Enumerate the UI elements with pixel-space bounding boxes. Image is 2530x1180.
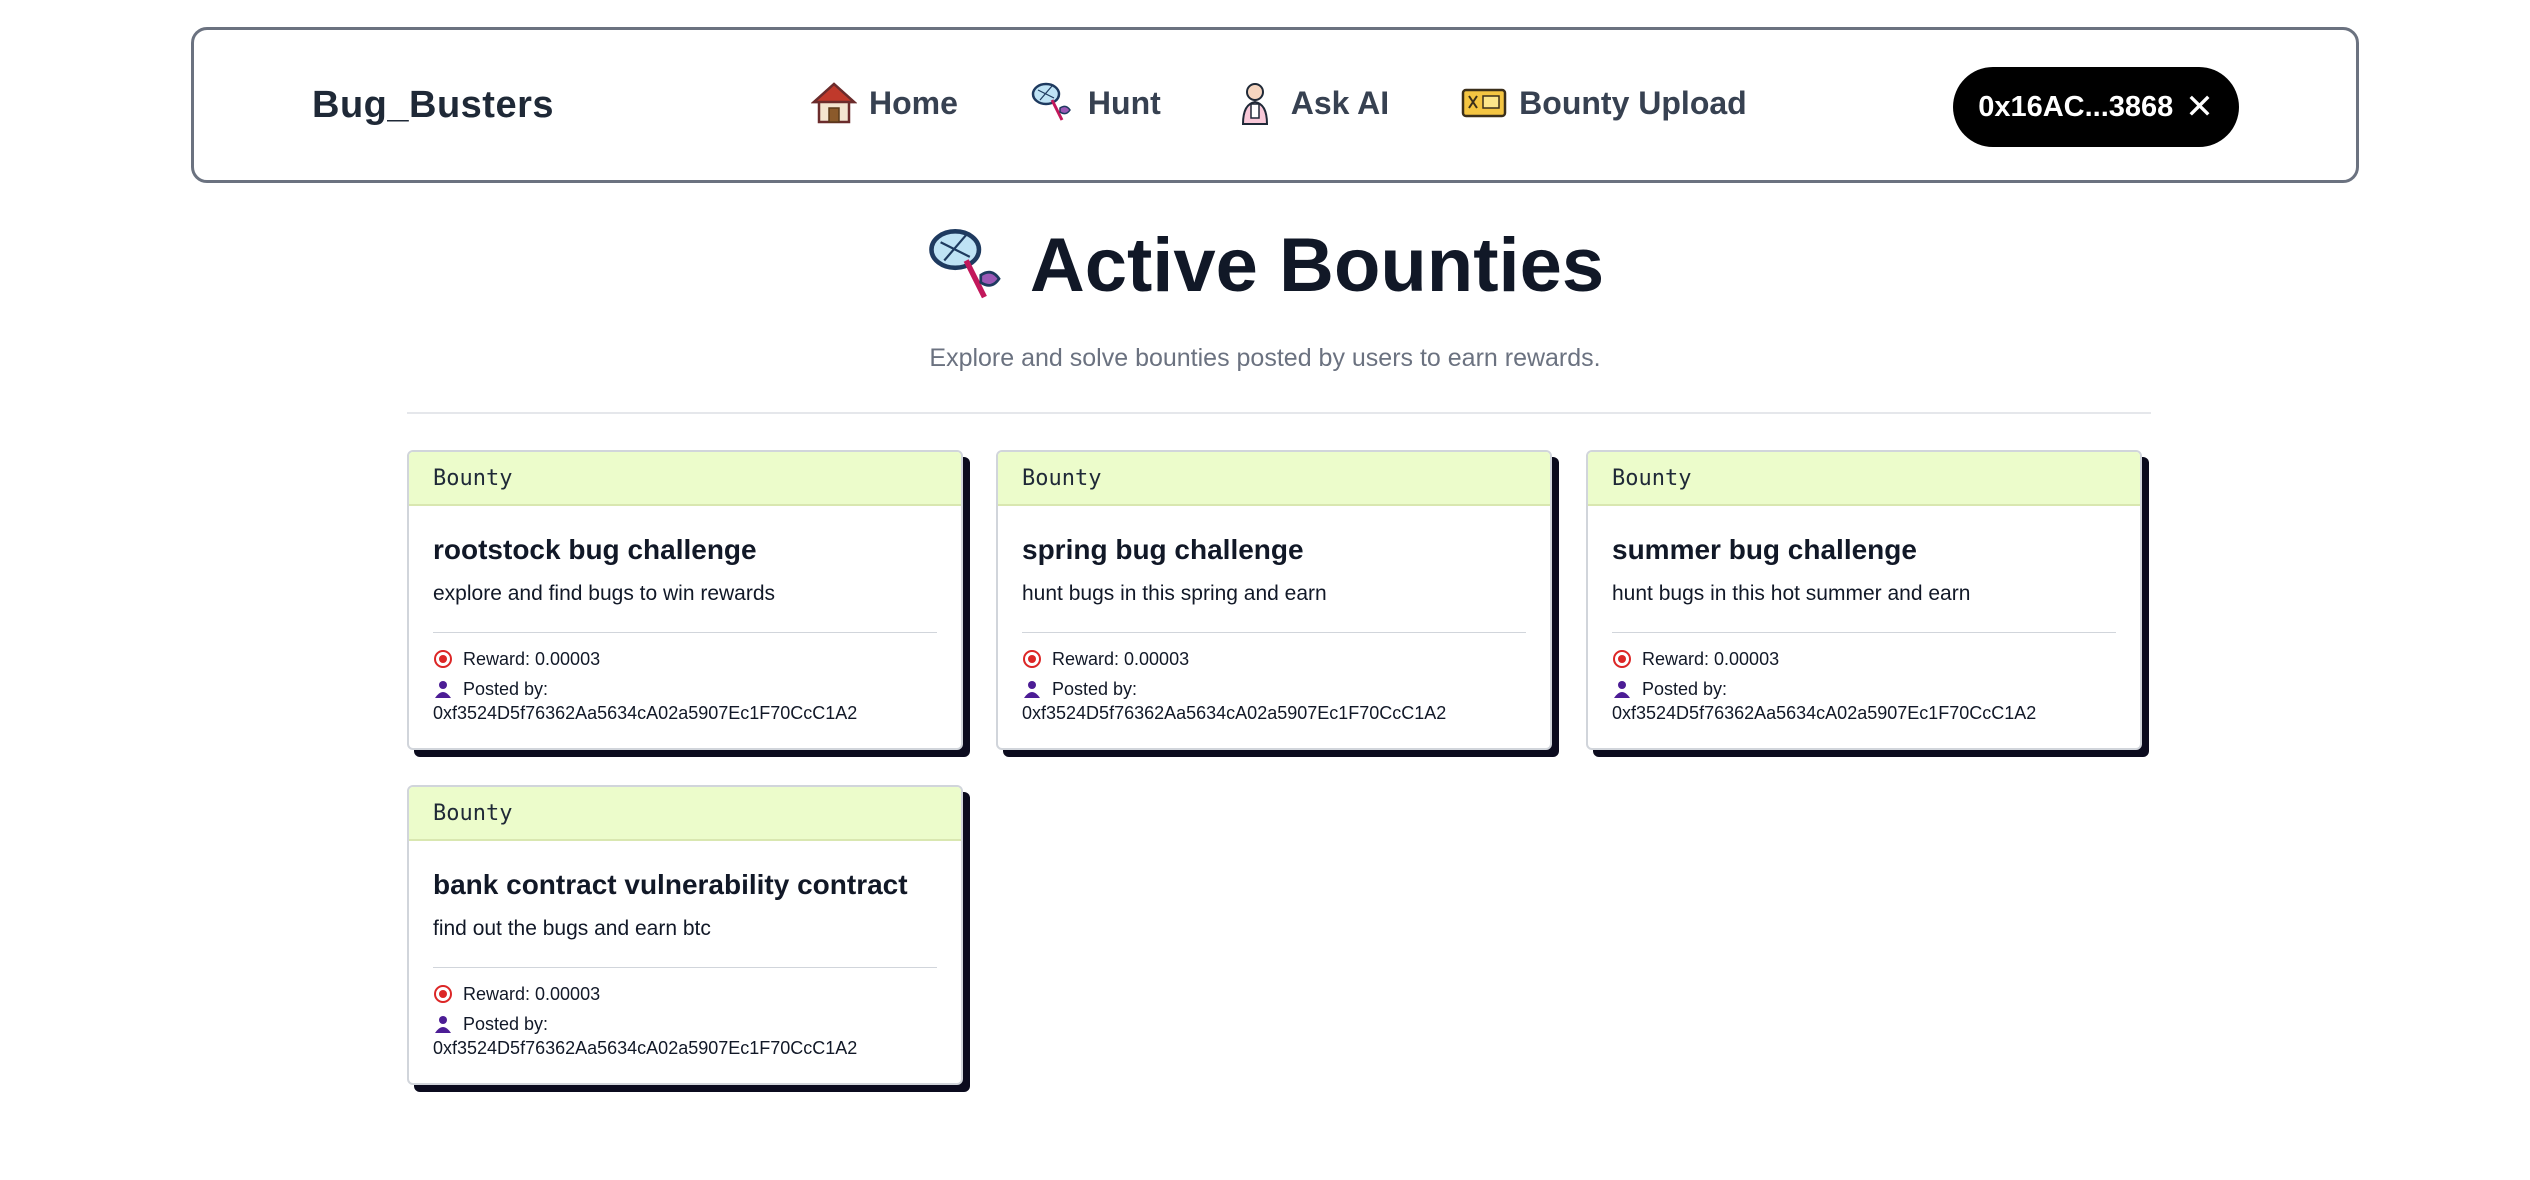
card-poster-address: 0xf3524D5f76362Aa5634cA02a5907Ec1F70CcC1…: [1022, 703, 1447, 723]
card-tag: Bounty: [409, 452, 961, 506]
card-description: hunt bugs in this spring and earn: [1022, 582, 1327, 605]
ticket-icon: [1461, 88, 1507, 118]
nav-hunt[interactable]: Hunt: [1030, 80, 1161, 126]
card-title: summer bug challenge: [1612, 534, 1917, 565]
card-posted-label: Posted by:: [463, 1014, 549, 1034]
page-header: Active Bounties: [0, 222, 2530, 313]
card-reward: Reward: 0.00003: [1642, 649, 1780, 669]
nav-ask-ai[interactable]: Ask AI: [1233, 80, 1389, 126]
card-divider: [433, 967, 937, 968]
nav-bounty-upload[interactable]: Bounty Upload: [1461, 80, 1747, 126]
divider: [407, 412, 2151, 414]
card-reward: Reward: 0.00003: [1052, 649, 1190, 669]
card-description: find out the bugs and earn btc: [433, 917, 711, 940]
nav-links: Home Hunt Ask AI Bounty Upload: [811, 80, 1819, 126]
user-icon: [1614, 681, 1630, 698]
card-description: hunt bugs in this hot summer and earn: [1612, 582, 1971, 605]
card-title: rootstock bug challenge: [433, 534, 757, 565]
card-tag: Bounty: [998, 452, 1550, 506]
bounty-card[interactable]: Bounty spring bug challenge hunt bugs in…: [996, 450, 1552, 750]
nav-hunt-label: Hunt: [1087, 84, 1161, 121]
card-tag: Bounty: [1588, 452, 2140, 506]
card-tag: Bounty: [409, 787, 961, 841]
card-description: explore and find bugs to win rewards: [433, 582, 776, 605]
bounty-card[interactable]: Bounty rootstock bug challenge explore a…: [407, 450, 963, 750]
target-icon: [1023, 650, 1041, 668]
card-reward: Reward: 0.00003: [463, 649, 601, 669]
nav-bounty-upload-label: Bounty Upload: [1519, 84, 1747, 121]
card-poster-address: 0xf3524D5f76362Aa5634cA02a5907Ec1F70CcC1…: [1612, 703, 2037, 723]
bounty-card[interactable]: Bounty bank contract vulnerability contr…: [407, 785, 963, 1085]
page-title-text: Active Bounties: [1029, 223, 1605, 308]
card-title: bank contract vulnerability contract: [433, 869, 908, 900]
nav-home[interactable]: Home: [811, 80, 958, 126]
card-reward: Reward: 0.00003: [463, 984, 601, 1004]
wallet-button[interactable]: 0x16AC...3868 ✕: [1953, 67, 2239, 147]
page-subtitle: Explore and solve bounties posted by use…: [929, 344, 1601, 372]
wallet-address: 0x16AC...3868: [1978, 90, 2174, 123]
bounty-card[interactable]: Bounty summer bug challenge hunt bugs in…: [1586, 450, 2142, 750]
person-icon: [1241, 83, 1268, 125]
bug-net-icon: [929, 228, 1001, 298]
target-icon: [434, 650, 452, 668]
page-title: Active Bounties: [926, 222, 1604, 309]
bug-net-icon: [1031, 82, 1071, 121]
user-icon: [435, 681, 451, 698]
card-divider: [1022, 632, 1526, 633]
card-divider: [1612, 632, 2116, 633]
user-icon: [435, 1016, 451, 1033]
target-icon: [434, 985, 452, 1003]
nav-home-label: Home: [869, 84, 958, 121]
brand-logo[interactable]: Bug_Busters: [312, 84, 554, 127]
close-icon[interactable]: ✕: [2185, 87, 2214, 127]
card-poster-address: 0xf3524D5f76362Aa5634cA02a5907Ec1F70CcC1…: [433, 1038, 858, 1058]
card-posted-label: Posted by:: [463, 679, 549, 699]
card-poster-address: 0xf3524D5f76362Aa5634cA02a5907Ec1F70CcC1…: [433, 703, 858, 723]
navbar: Bug_Busters Home Hunt Ask AI Bounty Uplo…: [191, 27, 2359, 183]
target-icon: [1613, 650, 1631, 668]
card-posted-label: Posted by:: [1052, 679, 1138, 699]
card-posted-label: Posted by:: [1642, 679, 1728, 699]
user-icon: [1024, 681, 1040, 698]
house-icon: [811, 82, 857, 124]
card-title: spring bug challenge: [1022, 534, 1304, 565]
nav-ask-ai-label: Ask AI: [1290, 84, 1390, 121]
card-divider: [433, 632, 937, 633]
